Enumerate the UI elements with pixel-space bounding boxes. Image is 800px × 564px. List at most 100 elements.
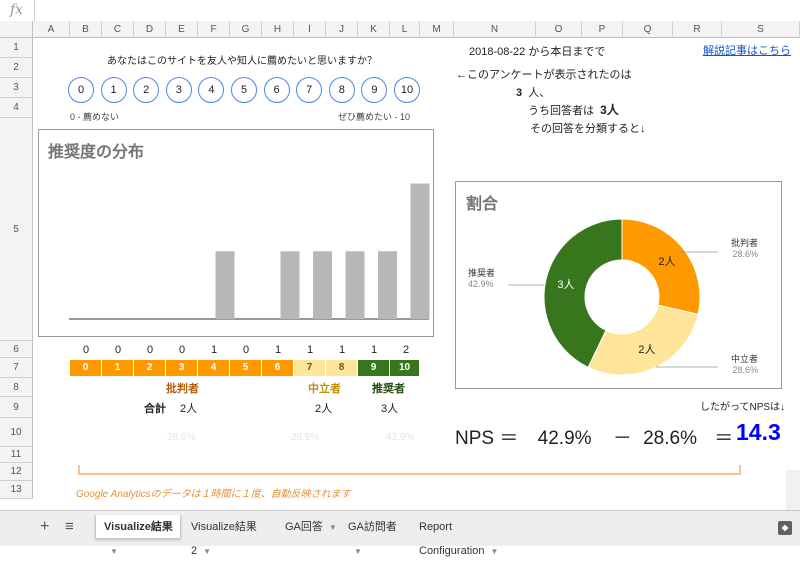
column-header-s[interactable]: S	[722, 21, 800, 38]
row-header-9[interactable]: 9	[0, 397, 33, 418]
column-header-k[interactable]: K	[358, 21, 390, 38]
score-option-8[interactable]: 8	[328, 77, 355, 103]
sheet-tab-label: Report Configuration	[419, 521, 485, 557]
row-header-13[interactable]: 13	[0, 481, 33, 499]
vertical-scrollbar[interactable]	[786, 470, 800, 510]
distribution-chart[interactable]: 推奨度の分布	[38, 129, 434, 337]
formula-bar[interactable]: fx	[0, 0, 800, 22]
score-option-4[interactable]: 4	[198, 77, 225, 103]
bar-4[interactable]	[215, 251, 235, 319]
column-header-q[interactable]: Q	[623, 21, 673, 38]
score-cell-8[interactable]: 8	[326, 360, 358, 376]
bar-10[interactable]	[410, 183, 430, 319]
score-cell-1[interactable]: 1	[102, 360, 134, 376]
score-cell-5[interactable]: 5	[230, 360, 262, 376]
chevron-down-icon[interactable]: ▼	[110, 547, 118, 556]
column-header-b[interactable]: B	[70, 21, 102, 38]
bar-8[interactable]	[345, 251, 365, 319]
column-header-e[interactable]: E	[166, 21, 198, 38]
sheet-tab-0[interactable]: Visualize結果 ▼	[95, 515, 181, 556]
explore-icon[interactable]	[778, 521, 792, 535]
column-header-n[interactable]: N	[454, 21, 536, 38]
chevron-down-icon[interactable]: ▼	[354, 547, 362, 556]
formula-divider	[34, 0, 35, 21]
score-cell-3[interactable]: 3	[166, 360, 198, 376]
row-header-11[interactable]: 11	[0, 447, 33, 463]
count-0: 0	[82, 344, 90, 356]
ratio-chart[interactable]: 割合 2人 批判者 28.6% 2人 中立者 28.6% 3人 推奨者 42.9%	[455, 181, 782, 389]
sheet-tab-2[interactable]: GA回答 ▼	[277, 515, 338, 539]
nps-minus: －	[612, 428, 632, 449]
score-option-10[interactable]: 10	[394, 77, 420, 103]
row-header-4[interactable]: 4	[0, 98, 33, 118]
chevron-down-icon[interactable]: ▼	[490, 547, 498, 556]
row-header-5[interactable]: 5	[0, 118, 33, 341]
score-option-0[interactable]: 0	[68, 77, 94, 103]
sheet-tab-3[interactable]: GA訪問者 ▼	[340, 515, 409, 556]
row-header-12[interactable]: 12	[0, 463, 33, 481]
column-header-d[interactable]: D	[134, 21, 166, 38]
nps-equals-1: ＝	[499, 428, 519, 449]
score-option-9[interactable]: 9	[361, 77, 388, 103]
bar-7[interactable]	[313, 251, 332, 319]
score-option-6[interactable]: 6	[263, 77, 290, 103]
score-option-7[interactable]: 7	[296, 77, 323, 103]
column-header-f[interactable]: F	[198, 21, 230, 38]
row-header-1[interactable]: 1	[0, 38, 33, 58]
select-all-corner[interactable]	[0, 21, 33, 38]
sheet-tab-label: GA回答	[285, 521, 323, 533]
passives-total: 2人	[315, 403, 333, 415]
score-option-3[interactable]: 3	[165, 77, 192, 103]
row-header-8[interactable]: 8	[0, 378, 33, 397]
column-header-g[interactable]: G	[230, 21, 262, 38]
all-sheets-icon[interactable]: ≡	[65, 518, 74, 535]
column-header-i[interactable]: I	[294, 21, 326, 38]
column-header-p[interactable]: P	[582, 21, 623, 38]
score-cell-7[interactable]: 7	[294, 360, 326, 376]
score-cell-0[interactable]: 0	[70, 360, 102, 376]
column-header-h[interactable]: H	[262, 21, 294, 38]
chevron-down-icon[interactable]: ▼	[203, 547, 211, 556]
score-option-1[interactable]: 1	[100, 77, 127, 103]
row-header-6[interactable]: 6	[0, 341, 33, 358]
sheet-tab-4[interactable]: Report Configuration ▼	[411, 515, 533, 557]
column-header-o[interactable]: O	[536, 21, 582, 38]
slice-1[interactable]	[587, 304, 699, 376]
column-header-j[interactable]: J	[326, 21, 358, 38]
legend-name-2: 推奨者	[468, 267, 495, 278]
footer-bracket	[78, 465, 741, 475]
bar-9[interactable]	[378, 251, 397, 319]
legend-percent-1: 28.6%	[732, 365, 758, 375]
passives-pct-ghost: 28.6%	[291, 432, 320, 443]
column-header-a[interactable]: A	[33, 21, 70, 38]
column-header-l[interactable]: L	[390, 21, 420, 38]
shown-unit: 人、	[528, 87, 551, 99]
article-link[interactable]: 解説記事はこちら	[703, 42, 791, 58]
score-cell-2[interactable]: 2	[134, 360, 166, 376]
row-header-7[interactable]: 7	[0, 358, 33, 378]
column-header-r[interactable]: R	[673, 21, 722, 38]
add-sheet-icon[interactable]: +	[40, 518, 49, 536]
score-option-2[interactable]: 2	[133, 77, 160, 103]
nps-equals-2: ＝	[714, 428, 734, 449]
footer-note: Google Analyticsのデータは１時間に１度、自動反映されます	[76, 489, 351, 500]
slice-label-0: 2人	[658, 255, 675, 268]
score-option-5[interactable]: 5	[231, 77, 257, 103]
nps-therefore: したがってNPSは↓	[700, 402, 786, 413]
score-cell-6[interactable]: 6	[262, 360, 294, 376]
score-cell-4[interactable]: 4	[198, 360, 230, 376]
bar-6[interactable]	[280, 251, 300, 319]
distribution-bars	[69, 183, 430, 320]
score-cell-9[interactable]: 9	[358, 360, 390, 376]
row-header-3[interactable]: 3	[0, 78, 33, 98]
chevron-down-icon[interactable]: ▼	[329, 523, 337, 532]
column-header-c[interactable]: C	[102, 21, 134, 38]
row-header-2[interactable]: 2	[0, 58, 33, 78]
respondents-line: うち回答者は 3人	[528, 101, 619, 118]
column-header-m[interactable]: M	[420, 21, 454, 38]
legend-name-0: 批判者	[731, 237, 758, 248]
sheet-tab-1[interactable]: Visualize結果2 ▼	[183, 515, 275, 557]
score-cell-10[interactable]: 10	[390, 360, 420, 376]
nps-promoters-pct: 42.9%	[537, 428, 592, 449]
row-header-10[interactable]: 10	[0, 418, 33, 447]
